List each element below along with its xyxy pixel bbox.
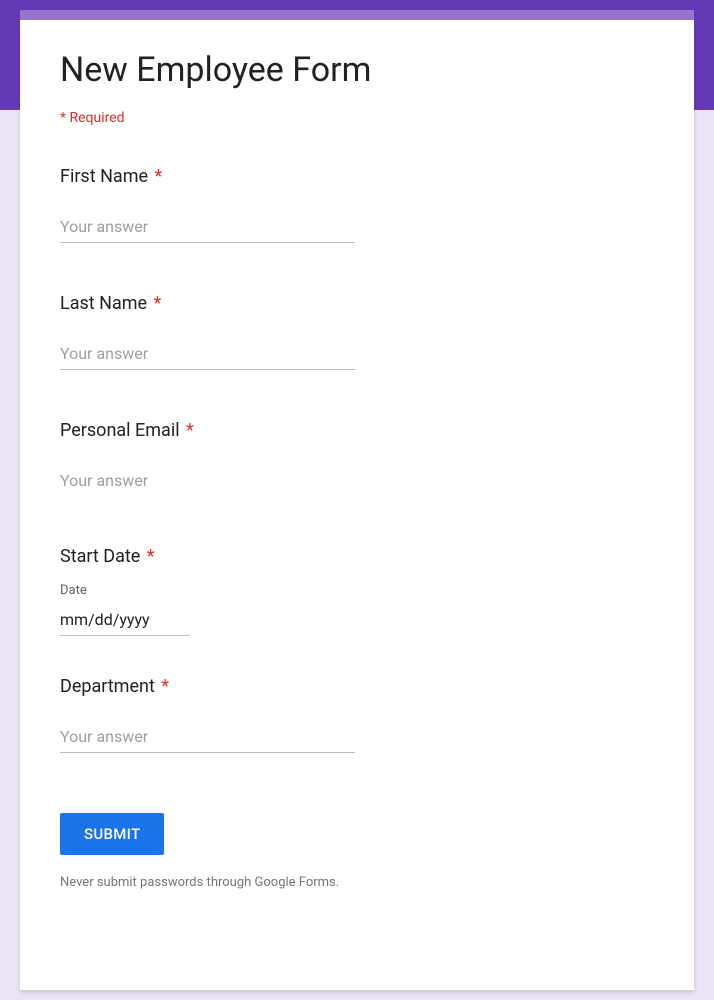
- footer-warning: Never submit passwords through Google Fo…: [60, 875, 654, 890]
- form-accent-bar: [20, 10, 694, 20]
- required-note: * Required: [60, 110, 654, 126]
- start-date-input[interactable]: [60, 608, 190, 636]
- form-card: New Employee Form * Required First Name …: [20, 10, 694, 990]
- required-star: *: [150, 166, 162, 187]
- last-name-field: Last Name *: [60, 293, 654, 370]
- personal-email-field: Personal Email *: [60, 420, 654, 496]
- first-name-field: First Name *: [60, 166, 654, 243]
- date-sublabel: Date: [60, 583, 654, 598]
- start-date-field: Start Date * Date: [60, 546, 654, 636]
- department-input[interactable]: [60, 725, 355, 753]
- submit-button[interactable]: SUBMIT: [60, 813, 164, 855]
- department-field: Department *: [60, 676, 654, 753]
- department-label: Department *: [60, 676, 654, 697]
- first-name-label: First Name *: [60, 166, 654, 187]
- last-name-input[interactable]: [60, 342, 355, 370]
- start-date-label: Start Date *: [60, 546, 654, 567]
- required-star: *: [157, 676, 169, 697]
- required-star: *: [142, 546, 154, 567]
- required-star: *: [182, 420, 194, 441]
- personal-email-label: Personal Email *: [60, 420, 654, 441]
- last-name-label: Last Name *: [60, 293, 654, 314]
- required-star: *: [149, 293, 161, 314]
- first-name-input[interactable]: [60, 215, 355, 243]
- personal-email-input[interactable]: [60, 469, 355, 496]
- form-title: New Employee Form: [60, 50, 654, 90]
